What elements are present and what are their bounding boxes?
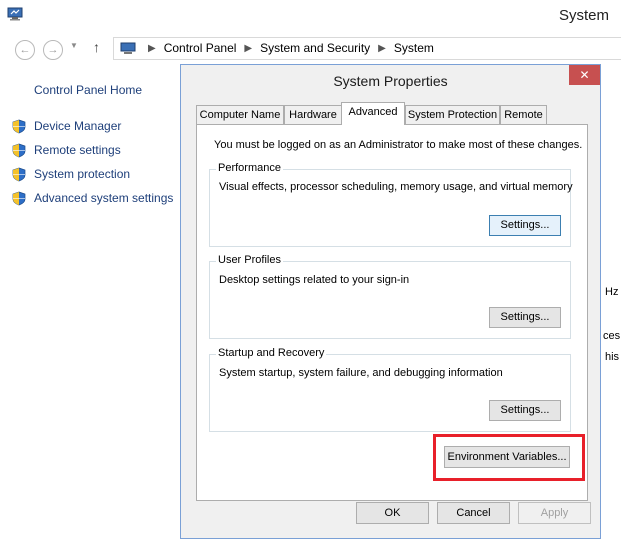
tab-system-protection[interactable]: System Protection: [405, 105, 500, 124]
tab-computer-name[interactable]: Computer Name: [196, 105, 284, 124]
startup-recovery-description: System startup, system failure, and debu…: [219, 367, 503, 379]
tab-remote[interactable]: Remote: [500, 105, 547, 124]
shield-icon: [12, 143, 26, 158]
window-title: System: [558, 7, 609, 24]
admin-notice: You must be logged on as an Administrato…: [214, 139, 583, 151]
startup-recovery-group-title: Startup and Recovery: [216, 347, 327, 359]
startup-recovery-settings-button[interactable]: Settings...: [489, 400, 561, 421]
cancel-button[interactable]: Cancel: [437, 502, 510, 524]
user-profiles-description: Desktop settings related to your sign-in: [219, 274, 410, 286]
tab-advanced[interactable]: Advanced: [341, 102, 405, 125]
sidebar-item-remote-settings[interactable]: Remote settings: [34, 143, 121, 157]
back-button[interactable]: ←: [15, 40, 35, 60]
performance-group-title: Performance: [216, 162, 283, 174]
sidebar-item-device-manager[interactable]: Device Manager: [34, 119, 121, 133]
sidebar-item-system-protection[interactable]: System protection: [34, 167, 130, 181]
user-profiles-settings-button[interactable]: Settings...: [489, 307, 561, 328]
background-text-fragment: Hz: [605, 286, 619, 298]
up-level-button[interactable]: ↑: [93, 39, 100, 55]
breadcrumb-separator: ▶: [378, 42, 386, 54]
shield-icon: [12, 191, 26, 206]
breadcrumb-separator: ▶: [244, 42, 253, 54]
window-titlebar: [0, 0, 621, 32]
ok-button[interactable]: OK: [356, 502, 429, 524]
breadcrumb-separator: ▶: [148, 42, 156, 54]
tab-hardware[interactable]: Hardware: [284, 105, 342, 124]
shield-icon: [12, 119, 26, 134]
highlight-box: [433, 434, 585, 481]
system-properties-dialog: System Properties ✕ Computer Name Hardwa…: [180, 64, 601, 539]
sidebar-item-advanced-system-settings[interactable]: Advanced system settings: [34, 191, 173, 205]
dialog-title: System Properties: [333, 73, 448, 89]
breadcrumb: ▶ Control Panel ▶ System and Security ▶ …: [120, 41, 434, 55]
user-profiles-group-title: User Profiles: [216, 254, 283, 266]
breadcrumb-control-panel[interactable]: Control Panel: [164, 41, 237, 55]
close-button[interactable]: ✕: [569, 65, 600, 85]
background-text-fragment: his: [605, 351, 620, 363]
breadcrumb-system-and-security[interactable]: System and Security: [260, 41, 370, 55]
shield-icon: [12, 167, 26, 182]
breadcrumb-system[interactable]: System: [394, 41, 434, 55]
apply-button[interactable]: Apply: [518, 502, 591, 524]
performance-description: Visual effects, processor scheduling, me…: [219, 181, 573, 193]
performance-settings-button[interactable]: Settings...: [489, 215, 561, 236]
control-panel-icon: [120, 42, 136, 54]
control-panel-home-link[interactable]: Control Panel Home: [34, 83, 142, 97]
forward-button[interactable]: →: [43, 40, 63, 60]
background-text-fragment: ces: [603, 330, 621, 342]
system-icon: [7, 7, 23, 21]
recent-locations-dropdown-icon[interactable]: ▼: [70, 41, 78, 50]
